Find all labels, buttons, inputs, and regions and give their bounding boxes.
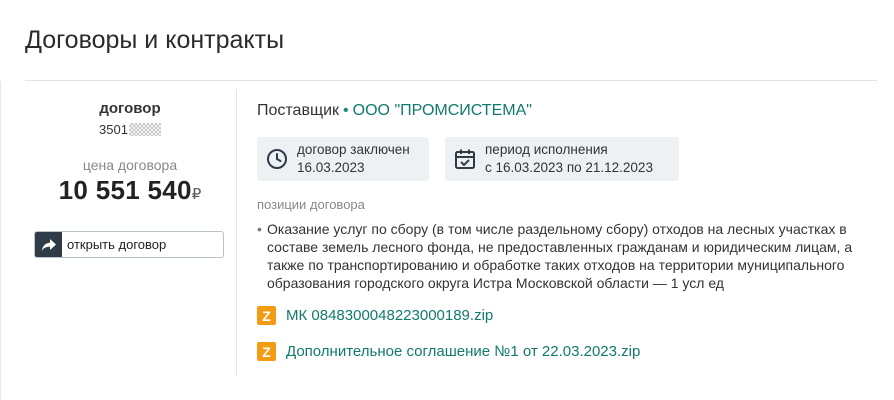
price-value: 10 551 540 xyxy=(58,175,192,205)
contract-signed-box: договор заключен 16.03.2023 xyxy=(257,137,429,181)
signed-label: договор заключен xyxy=(297,142,410,157)
masked-number-redaction xyxy=(128,123,161,136)
separator-dot: • xyxy=(343,102,349,119)
supplier-line: Поставщик • ООО "ПРОМСИСТЕМА" xyxy=(257,102,532,120)
supplier-label: Поставщик xyxy=(257,102,340,119)
title-divider xyxy=(25,80,877,81)
file-name[interactable]: Дополнительное соглашение №1 от 22.03.20… xyxy=(286,343,640,360)
period-label: период исполнения xyxy=(485,142,608,157)
file-link[interactable]: Z МК 0848300048223000189.zip xyxy=(257,306,493,325)
price: 10 551 540₽ xyxy=(25,175,235,206)
signed-date: 16.03.2023 xyxy=(297,160,365,175)
execution-period-box: период исполнения с 16.03.2023 по 21.12.… xyxy=(445,137,679,181)
contract-type-label: договор xyxy=(99,100,161,117)
page-title: Договоры и контракты xyxy=(25,26,285,54)
zip-archive-icon: Z xyxy=(257,342,276,361)
price-label: цена договора xyxy=(82,157,178,173)
supplier-link[interactable]: ООО "ПРОМСИСТЕМА" xyxy=(353,102,532,119)
period-value: с 16.03.2023 по 21.12.2023 xyxy=(485,160,653,175)
positions-label: позиции договора xyxy=(257,197,365,212)
position-description: Оказание услуг по сбору (в том числе раз… xyxy=(267,221,853,291)
share-arrow-icon xyxy=(35,232,62,257)
calendar-check-icon xyxy=(445,148,485,170)
open-contract-button[interactable]: открыть договор xyxy=(34,231,224,258)
left-border xyxy=(0,81,1,400)
contract-summary: договор 3501 цена договора 10 551 540₽ xyxy=(25,100,235,206)
file-name[interactable]: МК 0848300048223000189.zip xyxy=(286,307,493,324)
file-link[interactable]: Z Дополнительное соглашение №1 от 22.03.… xyxy=(257,342,640,361)
open-contract-label: открыть договор xyxy=(67,237,167,252)
currency-symbol: ₽ xyxy=(191,186,202,203)
position-item: • Оказание услуг по сбору (в том числе р… xyxy=(257,220,872,292)
zip-archive-icon: Z xyxy=(257,306,276,325)
column-divider xyxy=(236,89,237,376)
contract-number-prefix: 3501 xyxy=(99,122,128,137)
contract-number: 3501 xyxy=(25,122,235,137)
bullet: • xyxy=(257,221,262,237)
clock-icon xyxy=(257,148,297,170)
